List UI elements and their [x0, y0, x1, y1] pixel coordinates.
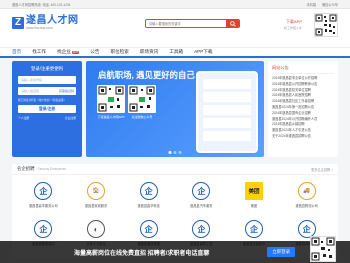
company-card[interactable]: 企遂昌县鼎丰服务公司: [17, 178, 70, 214]
top-bar: 遂昌人才网招聘热线: 电话: 400-123-1234 手机端 微信公众号: [0, 0, 350, 9]
nav-tools[interactable]: 工具箱: [169, 49, 183, 55]
wechat-link[interactable]: 微信公众号: [322, 2, 338, 7]
company-logo: 企: [34, 182, 53, 200]
hotline-text: 遂昌人才网招聘热线: 电话: 400-123-1234: [12, 2, 71, 7]
nav-home[interactable]: 首页: [12, 49, 21, 55]
company-name: 遂昌县汽车服务: [190, 204, 213, 208]
main-row: 登录/注册更便利 请输入手机号码 请输入验证码 获取验证码 我已阅读并同意《用户…: [12, 61, 338, 157]
company-name: 遂昌县家政服务: [84, 204, 108, 208]
nav-notice[interactable]: 公告: [90, 49, 99, 55]
bottom-qr-code: [310, 236, 336, 262]
company-logo: 美团: [244, 182, 263, 200]
carousel-dot[interactable]: [168, 151, 172, 154]
company-card[interactable]: 🚚 遂昌县物流公司: [280, 178, 333, 214]
logo-name: 遂昌人才网: [26, 15, 79, 26]
phone-field[interactable]: 请输入手机号码: [18, 76, 76, 84]
login-title: 登录/注册更便利: [31, 66, 63, 71]
personal-register-link[interactable]: 个人注册: [18, 116, 29, 120]
notice-tab[interactable]: 网站公告: [272, 65, 334, 74]
app-qr-code: [314, 13, 338, 37]
carousel-dot[interactable]: [178, 151, 182, 154]
hot-badge: HOT: [71, 50, 80, 54]
main-nav: 首页 找工作 找企业 HOT 公告 职位检索 职场资讯 工具箱 APP下载: [0, 47, 350, 58]
mock-card: [203, 92, 251, 102]
login-panel: 登录/注册更便利 请输入手机号码 请输入验证码 获取验证码 我已阅读并同意《用户…: [12, 61, 82, 157]
mock-card: [203, 79, 251, 89]
qr-code-icon: [129, 86, 155, 112]
logo-domain: www.0scrcw.com: [26, 26, 53, 30]
section-header: 名企招聘 Famous Enterprises 更多名企招聘 >: [12, 164, 338, 175]
nav-find-company-label: 找企业: [57, 49, 71, 54]
qr-code-icon: [98, 86, 124, 112]
company-logo: 企: [34, 220, 53, 238]
banner-caption-wechat: 关注微信公众号: [131, 115, 153, 119]
header: Z 遂昌人才网 www.0scrcw.com 下载APP 找工作招人才: [0, 9, 350, 47]
phone-mockup: [196, 71, 258, 153]
banner-app-qr: [97, 85, 125, 113]
topbar-links: 手机端 微信公众号: [307, 2, 339, 7]
company-logo: 企: [139, 220, 158, 238]
company-logo: 🏠: [86, 182, 105, 200]
banner-wechat-qr: [128, 85, 156, 113]
carousel-dot[interactable]: [173, 151, 177, 154]
login-button[interactable]: 登录/注册: [18, 105, 76, 113]
company-name: 美团: [250, 204, 258, 208]
company-register-link[interactable]: 企业注册: [65, 116, 76, 120]
bottom-promo-bar: 海量高薪岗位在线免费直招 招聘者/求职者电话直聊 立即登录: [0, 236, 350, 263]
search-button[interactable]: [226, 20, 239, 27]
section-title-en: Famous Enterprises: [37, 167, 67, 171]
nav-news[interactable]: 职场资讯: [140, 49, 158, 55]
code-field[interactable]: 请输入验证码 获取验证码: [18, 87, 76, 95]
app-download-title: 下载APP: [285, 19, 302, 24]
company-logo: 企: [139, 182, 158, 200]
login-now-button[interactable]: 立即登录: [267, 247, 295, 257]
company-card[interactable]: 企遂昌县汽车服务: [175, 178, 228, 214]
notice-panel: 网站公告 2024年遂昌县事业单位公开招聘 2024年遂昌县公开招聘教师公告 2…: [268, 61, 338, 157]
mobile-link[interactable]: 手机端: [307, 2, 317, 7]
search-box: [145, 19, 240, 28]
notice-item[interactable]: 关于2024年遂昌县招聘公告: [272, 134, 334, 140]
company-name: 遂昌县鼎丰服务公司: [28, 204, 58, 208]
mock-card: [203, 131, 251, 141]
company-name: 遂昌县物流公司: [295, 204, 318, 208]
search-icon: [229, 20, 236, 27]
app-download[interactable]: 下载APP 找工作招人才: [262, 19, 302, 30]
mock-card: [203, 118, 251, 128]
phone-placeholder: 请输入手机号码: [21, 78, 43, 82]
logo-mark: Z: [12, 16, 24, 29]
banner-title: 启航职场, 遇见更好的自己: [98, 70, 195, 80]
company-logo: 企: [244, 220, 263, 238]
app-download-subtitle: 找工作招人才: [283, 26, 302, 30]
register-links: 个人注册 企业注册: [18, 116, 76, 120]
agreement-checkbox[interactable]: 我已阅读并同意《用户协议》《隐私政策》: [18, 98, 76, 102]
more-companies-link[interactable]: 更多名企招聘 >: [311, 167, 333, 172]
qr-code-icon: [315, 14, 337, 36]
company-logo: 🚚: [297, 182, 316, 200]
company-card[interactable]: 🏠 遂昌县家政服务: [70, 178, 123, 214]
nav-job-search[interactable]: 职位检索: [110, 49, 128, 55]
company-card[interactable]: 企遂昌县鑫华科技: [122, 178, 175, 214]
get-code-button[interactable]: 获取验证码: [59, 89, 74, 93]
search-input[interactable]: [146, 20, 226, 27]
nav-find-job[interactable]: 找工作: [32, 49, 46, 55]
bottom-promo-text: 海量高薪岗位在线免费直招 招聘者/求职者电话直聊: [74, 250, 210, 257]
section-title: 名企招聘: [17, 166, 35, 171]
company-logo: 企: [192, 182, 211, 200]
company-name: 遂昌县鑫华科技: [137, 204, 160, 208]
company-logo: ◐: [86, 220, 105, 238]
company-logo: 企: [192, 220, 211, 238]
nav-app-download[interactable]: APP下载: [194, 49, 212, 55]
nav-find-company[interactable]: 找企业 HOT: [57, 49, 80, 55]
qr-code-icon: [311, 237, 335, 261]
mock-card: [203, 105, 251, 115]
banner-caption-app: 下载遂昌人才网APP: [97, 115, 125, 119]
promo-banner[interactable]: 启航职场, 遇见更好的自己 下载遂昌人才网APP 关注微信公众号: [86, 61, 264, 157]
site-logo[interactable]: Z 遂昌人才网 www.0scrcw.com: [12, 15, 79, 30]
company-card[interactable]: 美团 美团: [228, 178, 281, 214]
code-placeholder: 请输入验证码: [21, 89, 40, 93]
carousel-dots: [168, 151, 182, 154]
